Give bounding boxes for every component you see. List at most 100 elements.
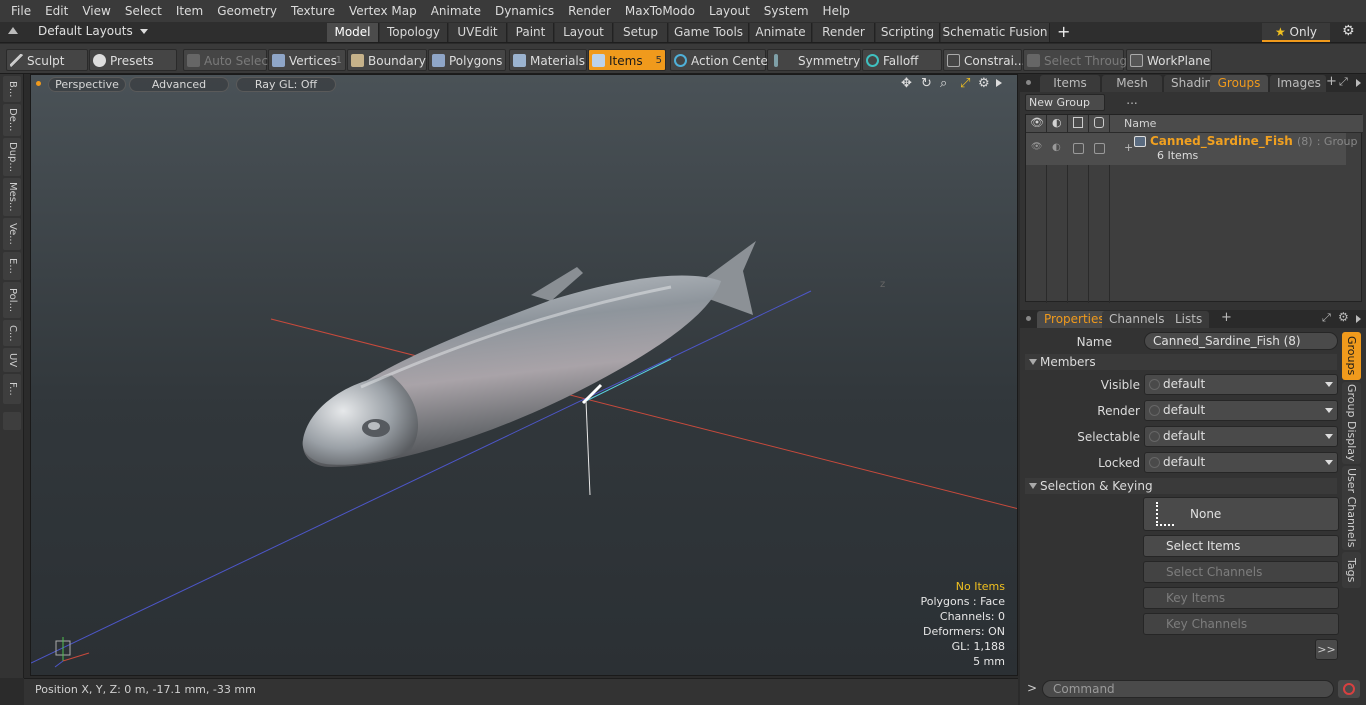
menu-layout[interactable]: Layout [702, 0, 757, 22]
left-tab-extra[interactable] [3, 412, 21, 430]
expand-plus-icon[interactable]: + [1124, 141, 1133, 154]
menu-select[interactable]: Select [118, 0, 169, 22]
menu-texture[interactable]: Texture [284, 0, 342, 22]
menu-system[interactable]: System [757, 0, 816, 22]
only-toggle[interactable]: ★ Only [1262, 23, 1330, 42]
left-tab-mesh[interactable]: Mes... [3, 178, 21, 216]
tab-lists[interactable]: Lists [1168, 311, 1210, 328]
more-button[interactable]: >> [1315, 639, 1338, 660]
add-tab-button[interactable]: + [1057, 22, 1070, 41]
selectable-dropdown[interactable]: default [1144, 426, 1338, 447]
tab-mesh[interactable]: Mesh ... [1102, 75, 1162, 107]
row-render-icon[interactable]: ◐ [1052, 142, 1061, 153]
layout-preset-dropdown[interactable]: Default Layouts [38, 24, 148, 38]
rotate-view-icon[interactable]: ↻ [921, 76, 932, 91]
tab-scripting[interactable]: Scripting [876, 23, 940, 42]
members-section[interactable]: Members [1025, 354, 1337, 370]
menu-dynamics[interactable]: Dynamics [488, 0, 561, 22]
presets-button[interactable]: Presets [89, 49, 177, 71]
falloff-button[interactable]: Falloff [862, 49, 942, 71]
locked-dropdown[interactable]: default [1144, 452, 1338, 473]
gear-icon[interactable]: ⚙ [1342, 23, 1355, 39]
move-view-icon[interactable]: ✥ [901, 76, 912, 91]
tab-paint[interactable]: Paint [508, 23, 554, 42]
maximize-view-icon[interactable]: ⤢ [960, 76, 970, 91]
tab-images[interactable]: Images [1270, 75, 1326, 92]
tab-render[interactable]: Render [813, 23, 875, 42]
menu-geometry[interactable]: Geometry [210, 0, 284, 22]
tab-animate[interactable]: Animate [750, 23, 812, 42]
render-dropdown[interactable]: default [1144, 400, 1338, 421]
tab-schematic-fusion[interactable]: Schematic Fusion [941, 23, 1050, 42]
menu-file[interactable]: File [4, 0, 38, 22]
command-input[interactable]: Command [1042, 680, 1334, 698]
left-tab-basic[interactable]: B... [3, 76, 21, 102]
row-selectable-checkbox[interactable] [1073, 143, 1084, 154]
symmetry-button[interactable]: Symmetry [767, 49, 861, 71]
props-menu-dot-icon[interactable] [1026, 316, 1031, 321]
vertices-button[interactable]: Vertices 1 [268, 49, 346, 71]
key-channels-button[interactable]: Key Channels [1143, 613, 1339, 635]
panel-more-icon[interactable] [1356, 79, 1361, 87]
row-visibility-icon[interactable]: 👁 [1031, 142, 1042, 152]
none-button[interactable]: None [1143, 497, 1339, 531]
left-tab-duplicate[interactable]: Dup... [3, 138, 21, 176]
left-tab-uv[interactable]: UV [3, 348, 21, 372]
view-mode-button[interactable]: Perspective [48, 77, 126, 92]
boundary-button[interactable]: Boundary [347, 49, 427, 71]
tab-items[interactable]: Items [1040, 75, 1100, 92]
left-tab-edge[interactable]: E... [3, 252, 21, 280]
side-tab-tags[interactable]: Tags [1342, 552, 1361, 588]
sculpt-button[interactable]: Sculpt [6, 49, 88, 71]
select-channels-button[interactable]: Select Channels [1143, 561, 1339, 583]
props-more-icon[interactable] [1356, 315, 1361, 323]
materials-button[interactable]: Materials [509, 49, 587, 71]
constraints-button[interactable]: Constrai... [943, 49, 1025, 71]
menu-help[interactable]: Help [816, 0, 857, 22]
left-tab-polygon[interactable]: Pol... [3, 282, 21, 318]
tab-groups[interactable]: Groups [1210, 75, 1268, 92]
left-tab-deform[interactable]: De... [3, 104, 21, 136]
visible-dropdown[interactable]: default [1144, 374, 1338, 395]
expand-panel-icon[interactable]: ⤢ [1339, 75, 1348, 89]
tab-properties[interactable]: Properties [1037, 311, 1112, 328]
side-tab-user-channels[interactable]: User Channels [1342, 466, 1361, 550]
left-tab-curve[interactable]: C... [3, 320, 21, 346]
fish-model[interactable] [302, 241, 756, 467]
select-through-button[interactable]: Select Through [1023, 49, 1135, 71]
key-items-button[interactable]: Key Items [1143, 587, 1339, 609]
menu-edit[interactable]: Edit [38, 0, 75, 22]
menu-view[interactable]: View [75, 0, 117, 22]
items-button[interactable]: Items 5 [588, 49, 666, 71]
viewport-menu-dot-icon[interactable] [36, 81, 41, 86]
selection-keying-section[interactable]: Selection & Keying [1025, 478, 1337, 494]
collapse-icon[interactable] [8, 27, 18, 34]
panel-menu-dot-icon[interactable] [1026, 80, 1031, 85]
side-tab-group-display[interactable]: Group Display [1342, 382, 1361, 464]
viewport-more-icon[interactable] [996, 79, 1002, 87]
row-lock-checkbox[interactable] [1094, 143, 1105, 154]
tab-model[interactable]: Model [327, 23, 379, 42]
side-tab-groups[interactable]: Groups [1342, 332, 1361, 380]
record-macro-icon[interactable] [1338, 680, 1360, 698]
3d-viewport[interactable]: Perspective Advanced Ray GL: Off ✥ ↻ ⌕ ⤢… [30, 74, 1018, 676]
add-props-tab-button[interactable]: + [1221, 310, 1232, 325]
select-items-button[interactable]: Select Items [1143, 535, 1339, 557]
zoom-view-icon[interactable]: ⌕ [940, 76, 947, 91]
menu-animate[interactable]: Animate [424, 0, 488, 22]
workplane-button[interactable]: WorkPlane [1126, 49, 1212, 71]
menu-item[interactable]: Item [169, 0, 210, 22]
tab-layout[interactable]: Layout [555, 23, 613, 42]
menu-render[interactable]: Render [561, 0, 618, 22]
tab-uvedit[interactable]: UVEdit [449, 23, 507, 42]
tab-game-tools[interactable]: Game Tools [669, 23, 749, 42]
tab-channels[interactable]: Channels [1102, 311, 1172, 328]
left-tab-fusion[interactable]: F... [3, 374, 21, 404]
auto-select-button[interactable]: Auto Select [183, 49, 273, 71]
viewport-settings-icon[interactable]: ⚙ [978, 76, 990, 91]
name-field[interactable]: Canned_Sardine_Fish (8) [1144, 332, 1338, 350]
menu-vertex-map[interactable]: Vertex Map [342, 0, 424, 22]
new-group-button[interactable]: New Group [1025, 94, 1105, 111]
action-center-button[interactable]: Action Center [670, 49, 773, 71]
props-gear-icon[interactable]: ⚙ [1338, 310, 1349, 324]
